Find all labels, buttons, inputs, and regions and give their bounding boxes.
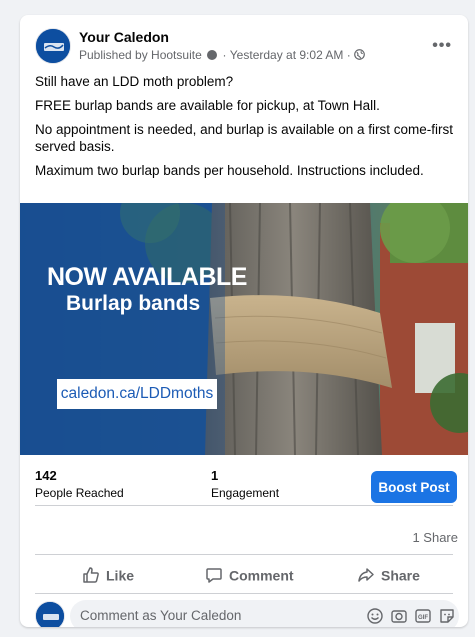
reach-count: 142 <box>35 468 57 483</box>
post-body: Still have an LDD moth problem? FREE bur… <box>35 73 460 186</box>
svg-text:GIF: GIF <box>418 615 428 621</box>
share-button[interactable]: Share <box>357 558 420 590</box>
post-paragraph: No appointment is needed, and burlap is … <box>35 122 453 154</box>
like-button[interactable]: Like <box>82 558 134 590</box>
comment-button[interactable]: Comment <box>205 558 294 590</box>
divider <box>35 505 453 506</box>
post-meta: Published by Hootsuite · Yesterday at 9:… <box>79 47 365 62</box>
page-name[interactable]: Your Caledon <box>79 29 169 45</box>
engagement-count: 1 <box>211 468 219 483</box>
engagement-label: Engagement <box>211 486 280 500</box>
info-icon[interactable] <box>207 49 218 60</box>
commenter-avatar[interactable] <box>35 601 65 627</box>
divider <box>35 593 453 594</box>
share-count[interactable]: 1 Share <box>412 530 458 545</box>
reach-label: People Reached <box>35 486 124 500</box>
emoji-icon[interactable] <box>366 607 384 625</box>
comment-icon <box>206 568 222 584</box>
share-arrow-icon <box>358 568 374 583</box>
camera-icon[interactable] <box>390 607 408 625</box>
publisher-label: Published by Hootsuite <box>79 47 202 62</box>
action-bar: Like Comment Share <box>20 558 468 590</box>
comment-label: Comment <box>229 567 294 584</box>
comment-tools: GIF <box>366 600 456 627</box>
comment-composer: Comment as Your Caledon GIF <box>20 597 468 627</box>
post-timestamp[interactable]: Yesterday at 9:02 AM <box>230 48 344 62</box>
meta-separator: · <box>222 47 227 62</box>
post-card: Your Caledon Published by Hootsuite · Ye… <box>20 15 468 627</box>
post-header: Your Caledon Published by Hootsuite · Ye… <box>20 15 468 75</box>
globe-icon <box>354 49 365 61</box>
gif-icon[interactable]: GIF <box>414 607 432 625</box>
post-insights: 142 People Reached 1 Engagement Boost Po… <box>20 455 468 515</box>
divider <box>35 554 453 555</box>
post-paragraph: Still have an LDD moth problem? <box>35 74 234 89</box>
image-subheading: Burlap bands <box>66 292 201 315</box>
more-options-icon[interactable]: ••• <box>432 37 452 55</box>
share-label: Share <box>381 567 420 584</box>
meta-separator-2: · <box>346 47 351 62</box>
image-url: caledon.ca/LDDmoths <box>57 379 217 409</box>
post-paragraph: Maximum two burlap bands per household. … <box>35 163 424 178</box>
sticker-icon[interactable] <box>438 607 456 625</box>
page-avatar[interactable] <box>35 28 71 64</box>
boost-post-button[interactable]: Boost Post <box>371 471 457 503</box>
post-image[interactable]: NOW AVAILABLE Burlap bands caledon.ca/LD… <box>20 203 468 455</box>
like-label: Like <box>106 567 135 584</box>
thumbs-up-icon <box>83 567 99 584</box>
burlap-tree-photo <box>20 203 468 455</box>
post-paragraph: FREE burlap bands are available for pick… <box>35 98 380 113</box>
image-headline: NOW AVAILABLE <box>47 263 247 291</box>
